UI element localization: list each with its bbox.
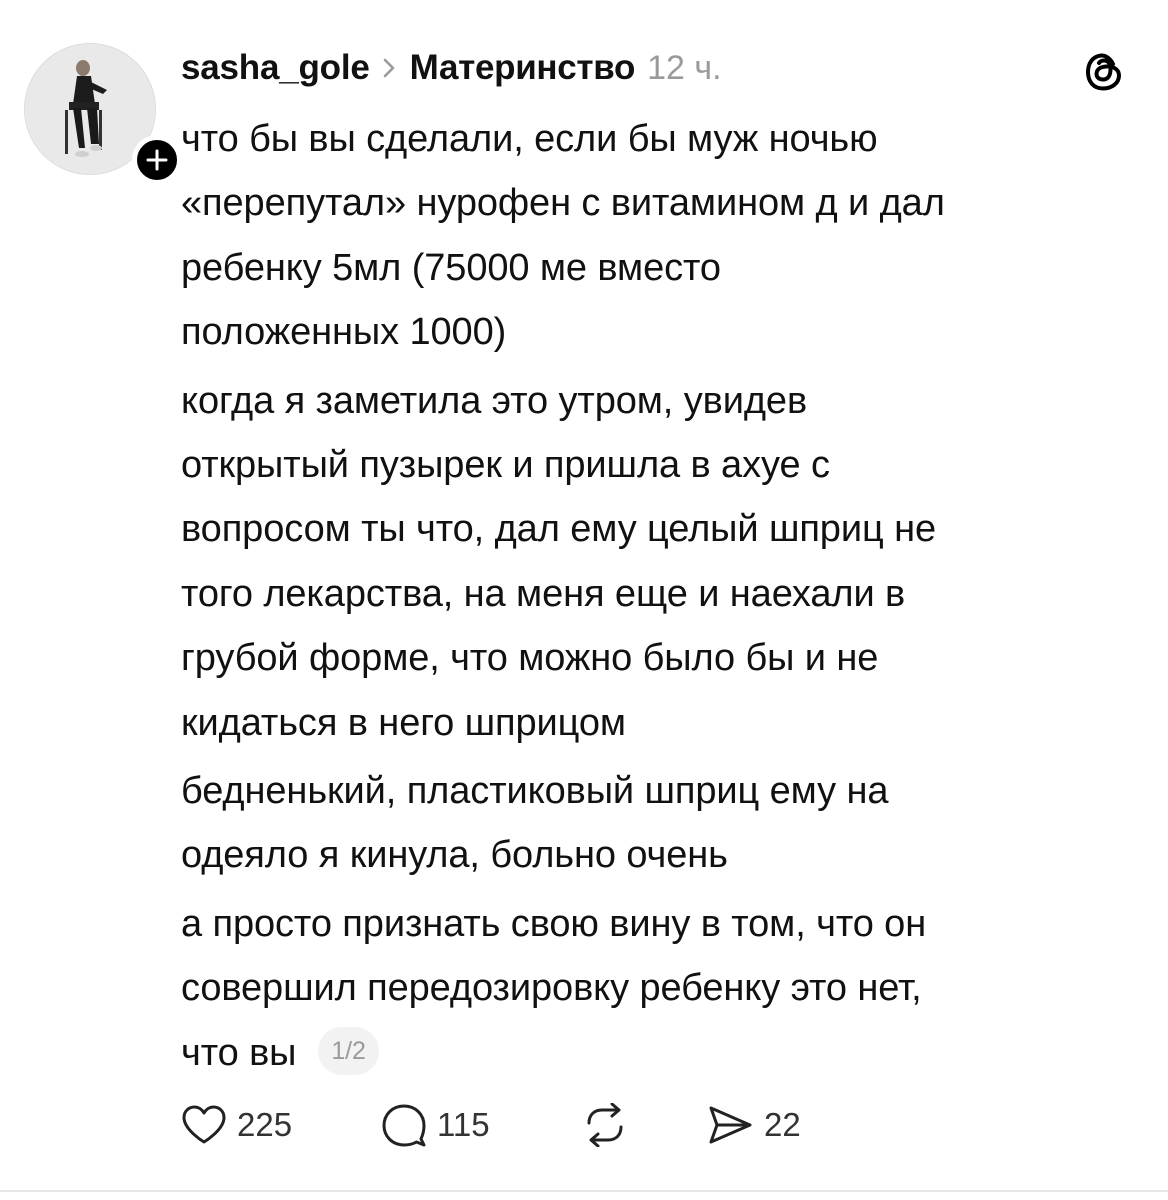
post-paragraph: бедненький, пластиковый шприц ему на оде…	[181, 759, 1141, 888]
text-line: того лекарства, на меня еще и наехали в	[181, 572, 906, 615]
text-line: открытый пузырек и пришла в ахуе с	[181, 444, 830, 487]
post-paragraph: что бы вы сделали, если бы муж ночью «пе…	[181, 107, 1141, 365]
text-line: вопросом ты что, дал ему целый шприц не	[181, 508, 937, 551]
username-link[interactable]: sasha_gole	[181, 48, 370, 88]
repost-button[interactable]	[581, 1103, 706, 1147]
text-line: «перепутал» нурофен с витамином д и дал	[181, 182, 945, 225]
text-line: одеяло я кинула, больно очень	[181, 834, 728, 877]
heart-icon	[182, 1105, 226, 1144]
send-icon	[709, 1106, 752, 1144]
text-line: когда я заметила это утром, увидев	[181, 379, 808, 422]
repost-icon	[587, 1103, 623, 1147]
post-paragraph: а просто признать свою вину в том, что о…	[181, 892, 1141, 1085]
text-line: бедненький, пластиковый шприц ему на	[181, 770, 889, 813]
like-count: 225	[237, 1106, 293, 1143]
follow-button[interactable]	[132, 135, 182, 185]
text-line: кидаться в него шприцом	[181, 701, 626, 744]
thread-post: sasha_gole Материнство 12 ч. что бы вы с…	[0, 0, 1168, 1200]
plus-icon	[146, 149, 168, 171]
comment-bubble-icon	[382, 1104, 426, 1147]
text-line: что вы	[181, 1031, 297, 1074]
community-link[interactable]: Материнство	[410, 48, 636, 88]
text-line-with-indicator: что вы 1/2	[181, 1021, 1141, 1085]
share-button[interactable]: 22	[706, 1104, 801, 1146]
text-line: положенных 1000)	[181, 311, 507, 354]
action-bar: 225 115 22	[181, 1097, 801, 1153]
chevron-right-icon	[382, 57, 396, 79]
text-line: совершил передозировку ребенку это нет,	[181, 967, 922, 1010]
post-divider	[0, 1190, 1168, 1192]
like-button[interactable]: 225	[181, 1104, 381, 1146]
threads-logo-icon	[1082, 50, 1126, 94]
post-body: что бы вы сделали, если бы муж ночью «пе…	[181, 107, 1141, 1085]
share-count: 22	[764, 1106, 801, 1143]
post-timestamp: 12 ч.	[647, 48, 722, 87]
text-line: что бы вы сделали, если бы муж ночью	[181, 118, 878, 160]
post-header: sasha_gole Материнство 12 ч.	[181, 42, 722, 94]
author-avatar-group	[24, 43, 182, 185]
text-line: а просто признать свою вину в том, что о…	[181, 902, 927, 945]
reply-count: 115	[437, 1106, 490, 1143]
text-line: ребенку 5мл (75000 ме вместо	[181, 246, 721, 289]
post-paragraph: когда я заметила это утром, увидев откры…	[181, 369, 1141, 755]
reply-button[interactable]: 115	[381, 1103, 581, 1147]
text-line: грубой форме, что можно было бы и не	[181, 637, 879, 680]
page-indicator-badge[interactable]: 1/2	[318, 1026, 379, 1075]
